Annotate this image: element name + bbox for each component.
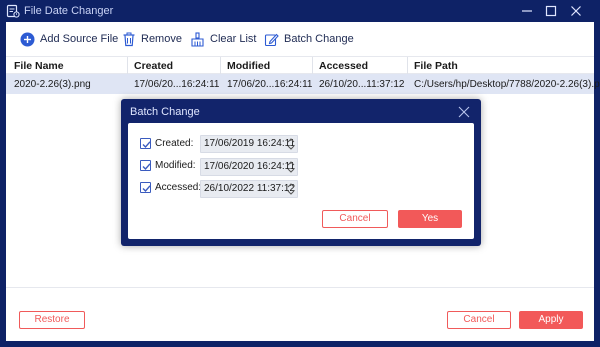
accessed-field-row: Accessed: bbox=[140, 178, 201, 196]
cell-accessed: 26/10/20...11:37:12 bbox=[319, 79, 405, 90]
cell-file-path: C:/Users/hp/Desktop/7788/2020-2.26(3).pn… bbox=[414, 79, 600, 90]
dialog-title: Batch Change bbox=[130, 106, 200, 118]
apply-button[interactable]: Apply bbox=[519, 311, 583, 329]
created-checkbox[interactable] bbox=[140, 137, 151, 149]
close-icon[interactable] bbox=[568, 3, 584, 19]
accessed-label: Accessed: bbox=[155, 181, 202, 193]
remove-label: Remove bbox=[141, 33, 182, 45]
column-header-modified[interactable]: Modified bbox=[227, 60, 270, 72]
created-datetime-input[interactable]: 17/06/2019 16:24:11 bbox=[200, 135, 298, 153]
footer-divider bbox=[6, 287, 594, 288]
batch-change-button[interactable]: Batch Change bbox=[264, 30, 354, 48]
batch-change-dialog: Batch Change Created: 17/06/2019 16:24:1… bbox=[121, 99, 481, 246]
cancel-button[interactable]: Cancel bbox=[447, 311, 511, 329]
dialog-cancel-button[interactable]: Cancel bbox=[322, 210, 388, 228]
cell-file-name: 2020-2.26(3).png bbox=[14, 79, 91, 90]
toolbar: Add Source File Remove Clear List Batch … bbox=[6, 22, 594, 56]
column-divider[interactable] bbox=[407, 57, 408, 75]
broom-icon bbox=[191, 31, 204, 47]
remove-button[interactable]: Remove bbox=[122, 30, 182, 48]
cell-modified: 17/06/20...16:24:11 bbox=[227, 79, 313, 90]
modified-datetime-input[interactable]: 17/06/2020 16:24:11 bbox=[200, 158, 298, 176]
dialog-yes-button[interactable]: Yes bbox=[398, 210, 462, 228]
created-label: Created: bbox=[155, 137, 194, 149]
dialog-close-icon[interactable] bbox=[457, 105, 471, 119]
batch-change-label: Batch Change bbox=[284, 33, 354, 45]
dialog-body: Created: 17/06/2019 16:24:11 Modified: 1… bbox=[128, 123, 474, 239]
checkmark-icon bbox=[142, 140, 151, 148]
column-header-file-path[interactable]: File Path bbox=[414, 60, 458, 72]
clear-list-label: Clear List bbox=[210, 33, 257, 45]
accessed-checkbox[interactable] bbox=[140, 181, 151, 193]
add-source-file-label: Add Source File bbox=[40, 33, 119, 45]
restore-button[interactable]: Restore bbox=[19, 311, 85, 329]
maximize-icon[interactable] bbox=[543, 3, 559, 19]
spinner-arrows-icon[interactable] bbox=[287, 160, 295, 174]
calendar-file-icon bbox=[6, 4, 20, 18]
add-source-file-button[interactable]: Add Source File bbox=[20, 30, 118, 48]
minimize-icon[interactable] bbox=[519, 3, 535, 19]
add-circle-icon bbox=[20, 32, 35, 46]
modified-label: Modified: bbox=[155, 159, 196, 171]
file-table-header: File Name Created Modified Accessed File… bbox=[6, 56, 594, 75]
trash-icon bbox=[123, 32, 135, 46]
column-divider[interactable] bbox=[220, 57, 221, 75]
column-header-file-name[interactable]: File Name bbox=[14, 60, 64, 72]
checkmark-icon bbox=[142, 162, 151, 170]
title-bar: File Date Changer bbox=[0, 0, 600, 22]
table-row[interactable]: 2020-2.26(3).png 17/06/20...16:24:11 17/… bbox=[6, 74, 600, 94]
window-title: File Date Changer bbox=[24, 5, 114, 17]
created-datetime-value: 17/06/2019 16:24:11 bbox=[204, 138, 296, 149]
accessed-datetime-input[interactable]: 26/10/2022 11:37:12 bbox=[200, 180, 298, 198]
column-divider[interactable] bbox=[127, 57, 128, 75]
column-header-accessed[interactable]: Accessed bbox=[319, 60, 368, 72]
modified-checkbox[interactable] bbox=[140, 159, 151, 171]
spinner-arrows-icon[interactable] bbox=[287, 182, 295, 196]
spinner-arrows-icon[interactable] bbox=[287, 137, 295, 151]
checkmark-icon bbox=[142, 184, 151, 192]
edit-icon bbox=[264, 33, 279, 46]
app-window: File Date Changer Add Source File Remove… bbox=[0, 0, 600, 347]
column-header-created[interactable]: Created bbox=[134, 60, 173, 72]
clear-list-button[interactable]: Clear List bbox=[190, 30, 256, 48]
column-divider[interactable] bbox=[312, 57, 313, 75]
modified-datetime-value: 17/06/2020 16:24:11 bbox=[204, 161, 296, 172]
accessed-datetime-value: 26/10/2022 11:37:12 bbox=[204, 183, 296, 194]
modified-field-row: Modified: bbox=[140, 156, 196, 174]
created-field-row: Created: bbox=[140, 134, 193, 152]
cell-created: 17/06/20...16:24:11 bbox=[134, 79, 220, 90]
